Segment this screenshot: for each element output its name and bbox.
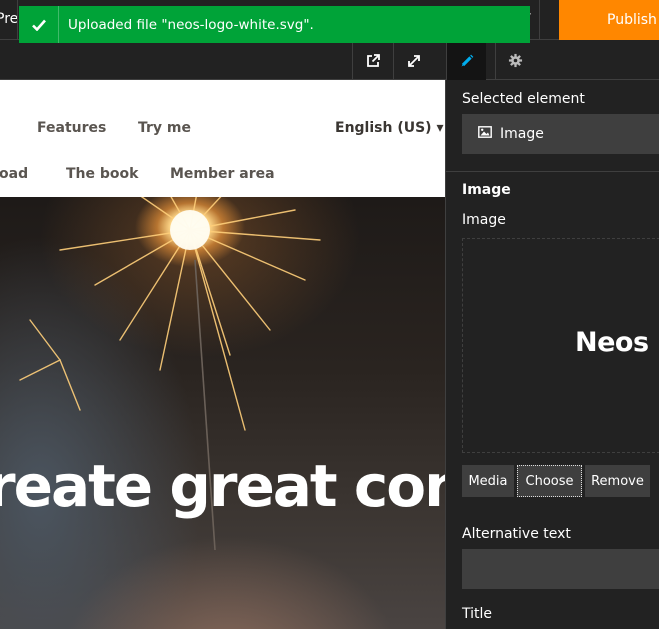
alt-text-label: Alternative text <box>462 526 571 542</box>
media-button[interactable]: Media <box>462 465 514 497</box>
title-field-label: Title <box>462 606 493 622</box>
nav-link-features[interactable]: Features <box>37 120 106 136</box>
pencil-icon <box>461 54 473 66</box>
nav-link-the-book[interactable]: The book <box>66 166 138 182</box>
image-preview-dropzone[interactable]: Neos <box>462 238 659 453</box>
edit-toolbar <box>0 41 659 80</box>
notification-message: Uploaded file "neos-logo-white.svg". <box>68 16 314 33</box>
gear-icon <box>508 53 523 68</box>
publish-button[interactable]: Publish <box>559 0 659 40</box>
upload-success-notification: Uploaded file "neos-logo-white.svg". <box>19 6 530 43</box>
nav-link-member-area[interactable]: Member area <box>170 166 275 182</box>
inspector-panel: Selected element Image Image Image Neos … <box>445 80 659 629</box>
sparkler-image <box>19 197 321 551</box>
language-selector[interactable]: English (US) ▾ <box>335 120 443 136</box>
divider <box>446 171 659 172</box>
alt-text-input[interactable] <box>462 549 659 589</box>
image-preview-text: Neos <box>575 327 649 358</box>
content-preview: Features Try me English (US) ▾ oad The b… <box>0 80 445 629</box>
divider <box>539 0 540 40</box>
selected-element-selector[interactable]: Image <box>462 114 659 154</box>
section-title: Image <box>462 182 511 198</box>
nav-link-try-me[interactable]: Try me <box>138 120 191 136</box>
nav-link-download[interactable]: oad <box>0 166 28 182</box>
choose-button[interactable]: Choose <box>517 465 582 497</box>
image-field-label: Image <box>462 212 506 228</box>
preview-mode-tab[interactable]: Preview <box>0 0 18 40</box>
fullscreen-button[interactable] <box>393 41 433 80</box>
edit-mode-button[interactable] <box>446 41 486 80</box>
hero-headline[interactable]: reate great con <box>0 452 445 520</box>
hero-headline-text: reate great con <box>0 452 445 520</box>
preview-mode-label: Preview <box>0 11 18 27</box>
external-link-icon <box>366 53 380 67</box>
checkmark-icon <box>19 6 59 43</box>
open-in-new-window-button[interactable] <box>352 41 392 80</box>
hero-image[interactable]: reate great con <box>0 197 445 629</box>
remove-button[interactable]: Remove <box>585 465 650 497</box>
image-icon <box>478 126 492 142</box>
site-navigation: Features Try me English (US) ▾ oad The b… <box>0 80 445 197</box>
settings-button[interactable] <box>495 41 535 80</box>
selected-element-value: Image <box>500 126 544 142</box>
fullscreen-icon <box>407 54 420 67</box>
selected-element-label: Selected element <box>462 91 585 107</box>
